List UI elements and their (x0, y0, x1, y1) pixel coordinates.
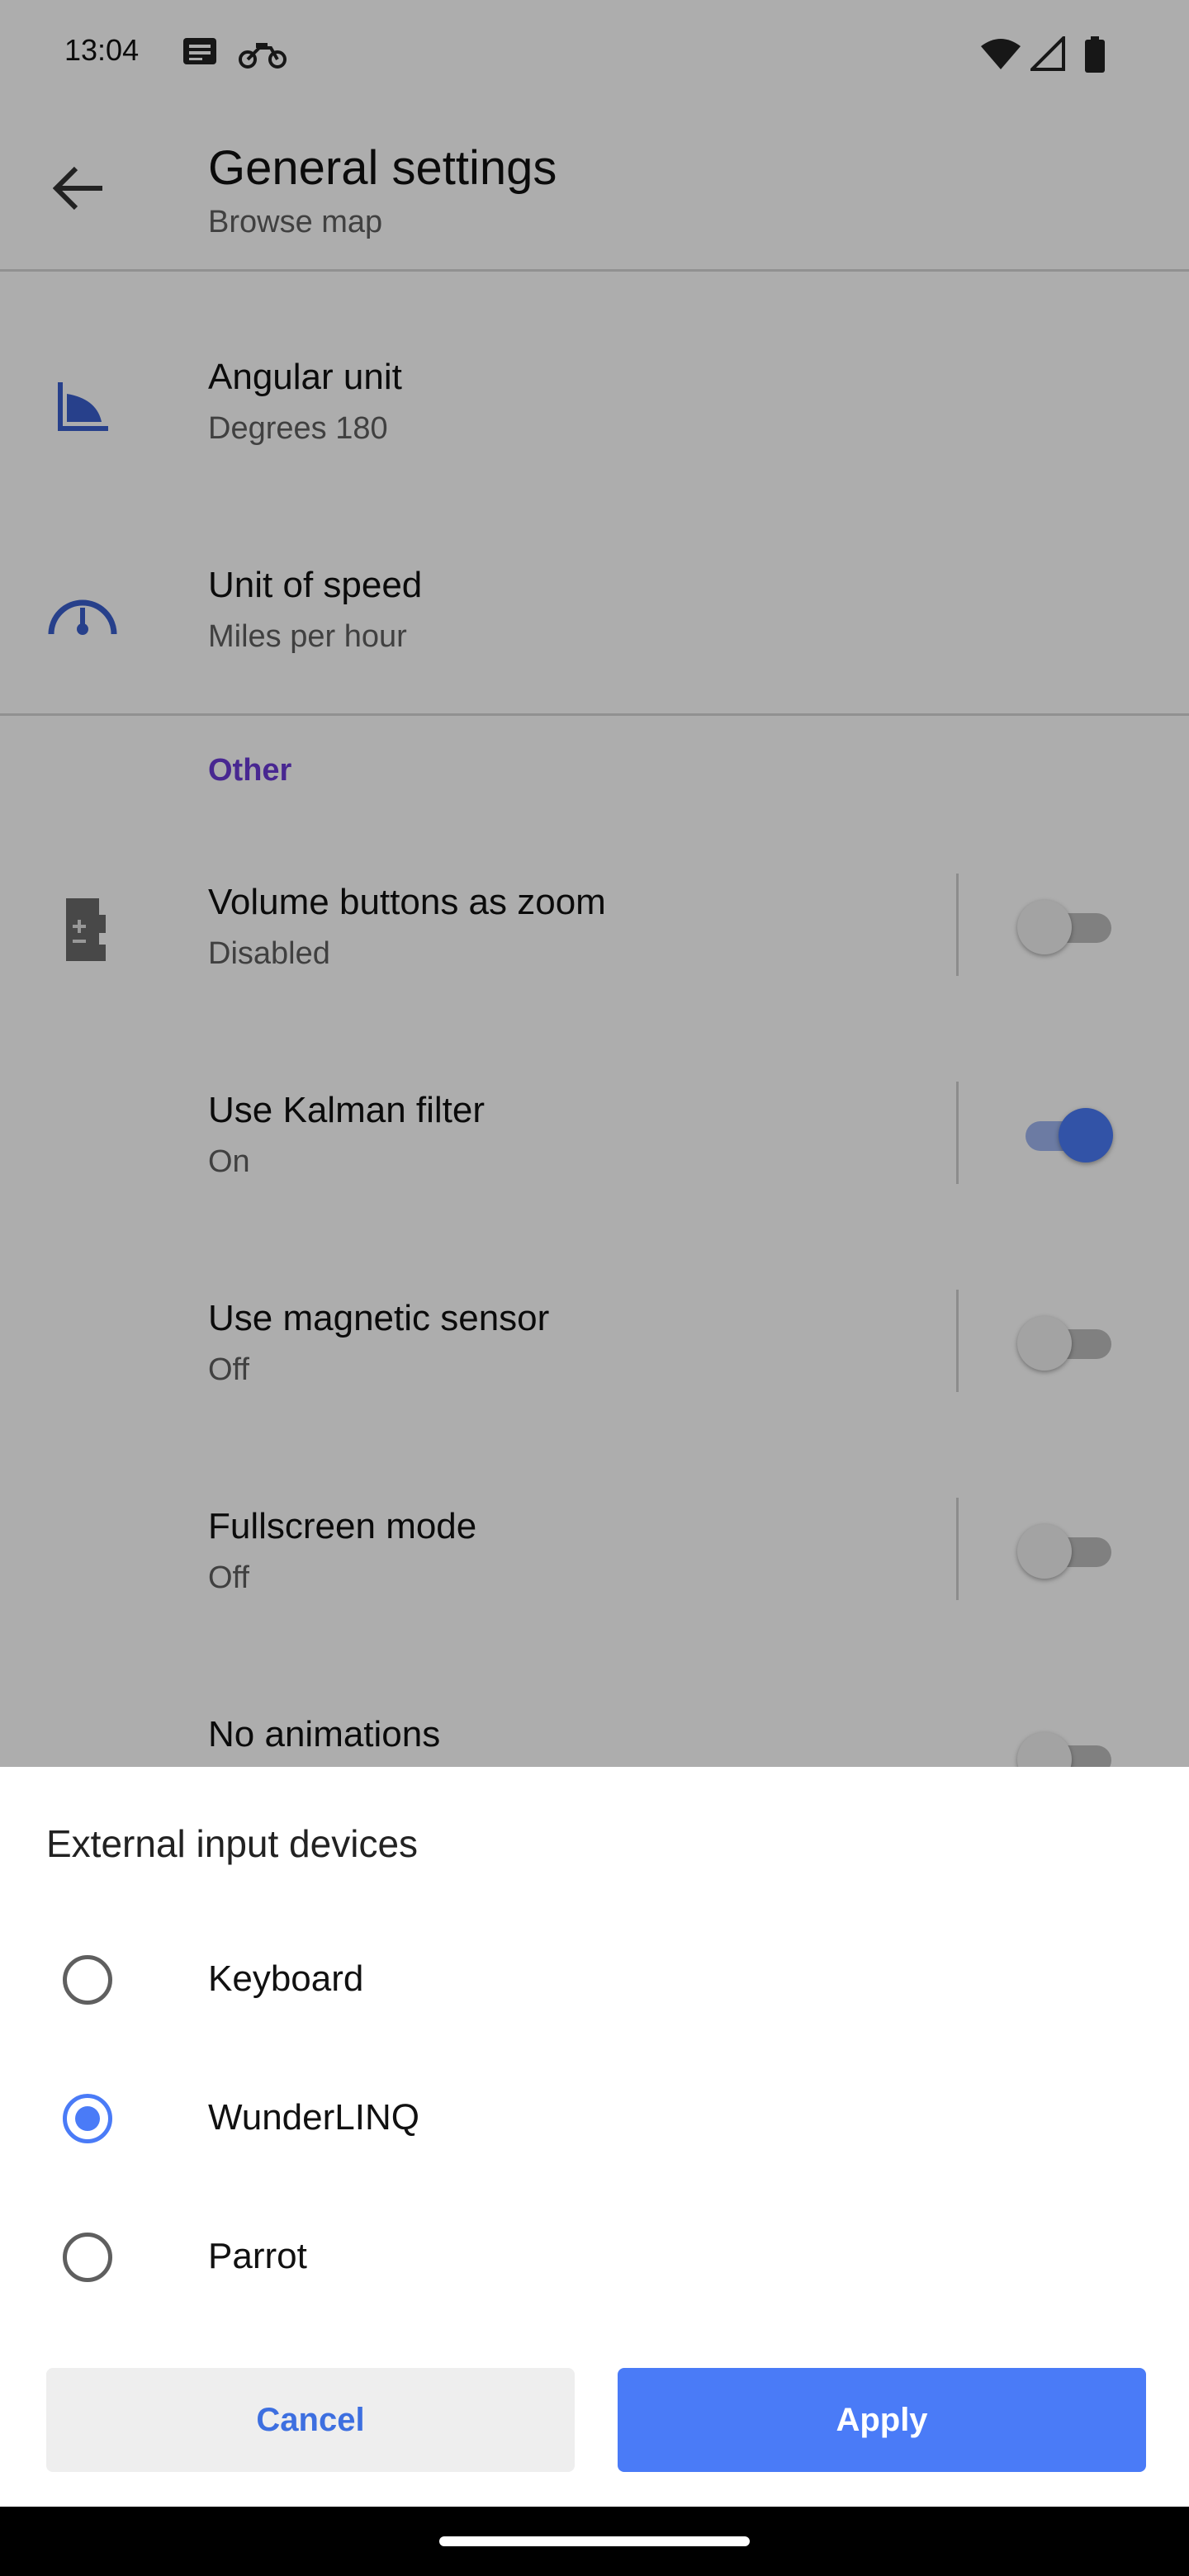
sheet-title: External input devices (46, 1822, 419, 1865)
radio-button-selected[interactable] (63, 2094, 112, 2143)
radio-button[interactable] (63, 2233, 112, 2282)
radio-button[interactable] (63, 1955, 112, 2005)
dialog-scrim[interactable] (0, 0, 1189, 1767)
option-wunderlinq[interactable]: WunderLINQ (0, 2054, 1189, 2193)
option-label: WunderLINQ (208, 2097, 419, 2138)
option-parrot[interactable]: Parrot (0, 2193, 1189, 2332)
option-keyboard[interactable]: Keyboard (0, 1915, 1189, 2054)
navigation-bar (0, 2507, 1189, 2576)
cancel-button[interactable]: Cancel (46, 2368, 575, 2472)
option-label: Parrot (208, 2236, 307, 2276)
external-input-devices-sheet: External input devices Keyboard WunderLI… (0, 1767, 1189, 2507)
option-label: Keyboard (208, 1958, 364, 1999)
screen: 13:04 General settings Browse map Angula… (0, 0, 1189, 2576)
home-gesture-handle[interactable] (439, 2536, 750, 2546)
apply-button[interactable]: Apply (618, 2368, 1146, 2472)
